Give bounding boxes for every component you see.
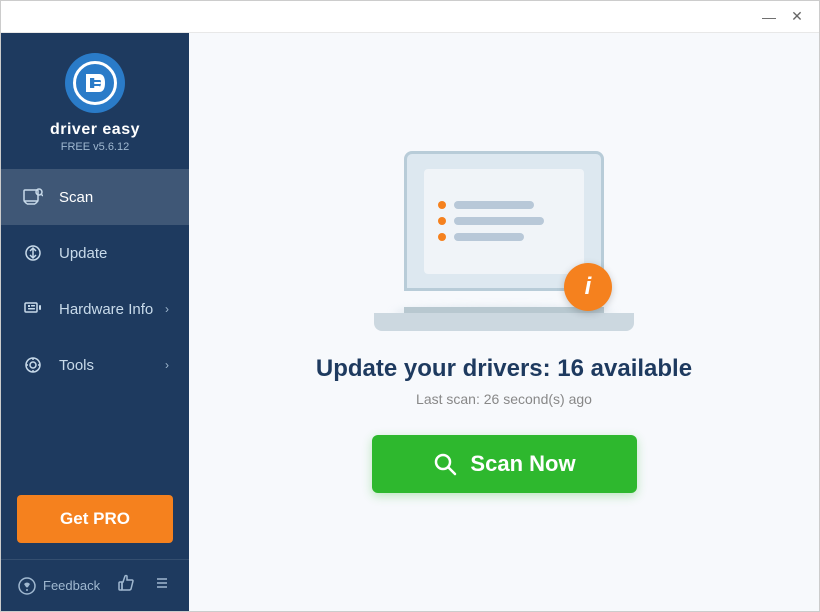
- logo-svg: [81, 69, 109, 97]
- screen-line-2: [438, 217, 570, 225]
- logo-text: driver easy: [50, 121, 140, 139]
- laptop-screen-inner: [424, 169, 584, 274]
- hardware-info-icon: [21, 297, 45, 321]
- screen-line-3: [438, 233, 570, 241]
- scan-now-icon: [432, 451, 458, 477]
- sidebar-item-tools[interactable]: Tools ›: [1, 337, 189, 393]
- thumbs-up-icon[interactable]: [115, 572, 137, 599]
- last-scan-text: Last scan: 26 second(s) ago: [416, 391, 592, 407]
- update-title: Update your drivers: 16 available: [316, 355, 692, 383]
- scan-now-button[interactable]: Scan Now: [372, 435, 637, 493]
- feedback-button[interactable]: Feedback: [17, 576, 100, 596]
- feedback-icon: [17, 576, 37, 596]
- sidebar-item-scan[interactable]: Scan: [1, 169, 189, 225]
- laptop-illustration: i: [374, 151, 634, 331]
- logo-icon: [65, 53, 125, 113]
- sidebar-item-hardware-info[interactable]: Hardware Info ›: [1, 281, 189, 337]
- screen-bar-1: [454, 201, 534, 209]
- screen-bar-2: [454, 217, 544, 225]
- logo-inner: [73, 61, 117, 105]
- screen-line-1: [438, 201, 570, 209]
- minimize-button[interactable]: —: [755, 3, 783, 31]
- laptop-base: [374, 313, 634, 331]
- scan-icon: [21, 185, 45, 209]
- logo-version: FREE v5.6.12: [61, 141, 129, 153]
- scan-now-label: Scan Now: [470, 451, 575, 477]
- update-icon: [21, 241, 45, 265]
- sidebar-item-hardware-info-label: Hardware Info: [59, 301, 153, 318]
- get-pro-button[interactable]: Get PRO: [17, 495, 173, 543]
- title-bar: — ✕: [1, 1, 819, 33]
- app-window: — ✕ driver easy: [0, 0, 820, 612]
- screen-dot-3: [438, 233, 446, 241]
- sidebar-item-update-label: Update: [59, 245, 107, 262]
- tools-arrow: ›: [165, 358, 169, 372]
- sidebar-item-scan-label: Scan: [59, 189, 93, 206]
- sidebar: driver easy FREE v5.6.12 Scan: [1, 33, 189, 611]
- main-layout: driver easy FREE v5.6.12 Scan: [1, 33, 819, 611]
- content-area: i Update your drivers: 16 available Last…: [189, 33, 819, 611]
- sidebar-item-update[interactable]: Update: [1, 225, 189, 281]
- sidebar-bottom: Feedback: [1, 559, 189, 611]
- close-button[interactable]: ✕: [783, 3, 811, 31]
- screen-bar-3: [454, 233, 524, 241]
- tools-icon: [21, 353, 45, 377]
- list-icon[interactable]: [151, 572, 173, 599]
- info-badge: i: [564, 263, 612, 311]
- screen-dot-1: [438, 201, 446, 209]
- screen-dot-2: [438, 217, 446, 225]
- feedback-label: Feedback: [43, 578, 100, 593]
- sidebar-logo: driver easy FREE v5.6.12: [1, 33, 189, 169]
- sidebar-item-tools-label: Tools: [59, 357, 94, 374]
- hardware-info-arrow: ›: [165, 302, 169, 316]
